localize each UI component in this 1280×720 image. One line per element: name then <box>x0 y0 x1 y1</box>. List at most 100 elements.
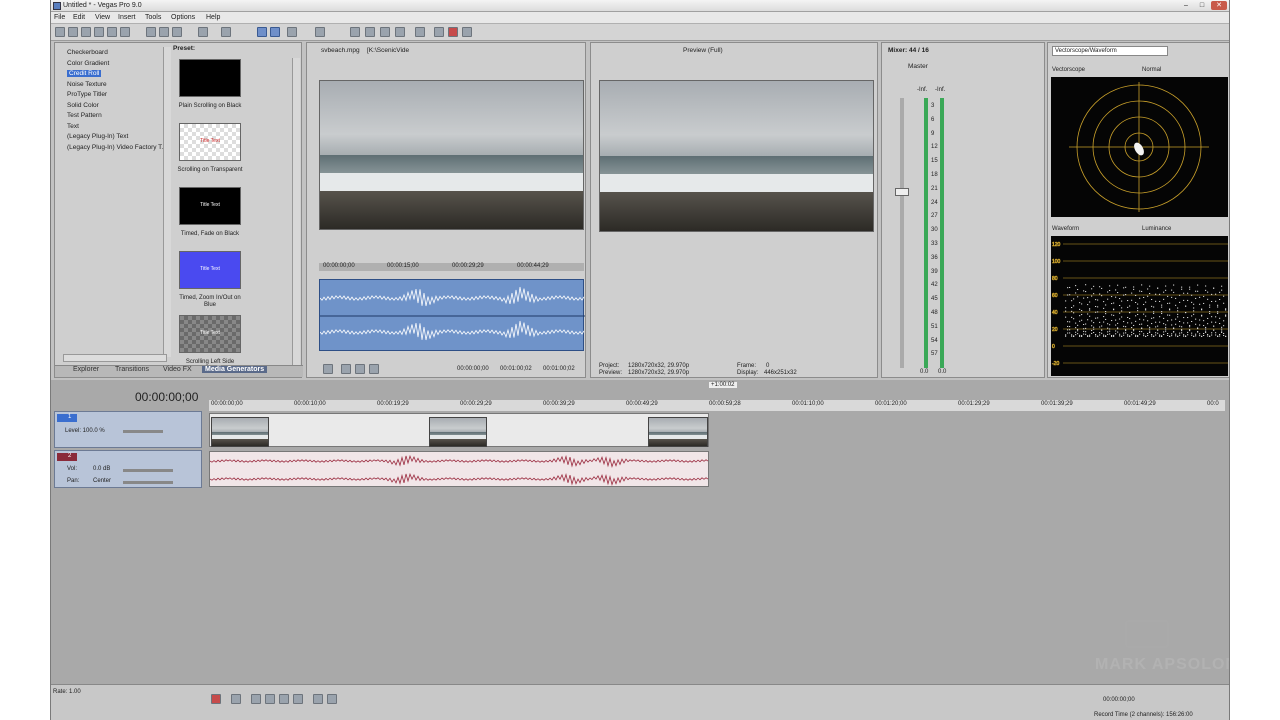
generator-list-scrollbar[interactable] <box>163 47 171 357</box>
master-fader-track[interactable] <box>900 98 904 368</box>
preview-quality-dropdown[interactable]: Preview (Full) <box>683 47 723 54</box>
generator-item[interactable]: Text <box>67 123 79 130</box>
menu-help[interactable]: Help <box>206 14 220 21</box>
close-button[interactable]: ✕ <box>1211 1 1227 10</box>
zoom-tool-icon[interactable] <box>315 27 325 37</box>
video-event[interactable] <box>209 413 709 447</box>
timeline-ruler-label: 00:00:39;29 <box>543 401 575 407</box>
transport-stop-icon[interactable] <box>293 694 303 704</box>
generator-item[interactable]: ProType Titler <box>67 91 107 98</box>
render-icon[interactable] <box>107 27 117 37</box>
generator-list-hscroll[interactable] <box>63 354 167 362</box>
undo-icon[interactable] <box>198 27 208 37</box>
preset-thumbnail[interactable]: Title Text <box>179 123 241 161</box>
transport-next-icon[interactable] <box>327 694 337 704</box>
menu-insert[interactable]: Insert <box>118 14 136 21</box>
transport-pause-icon[interactable] <box>279 694 289 704</box>
vol-slider[interactable] <box>123 469 173 472</box>
auto-ripple-icon[interactable] <box>350 27 360 37</box>
video-level-slider[interactable] <box>123 430 163 433</box>
trimmer-file-path[interactable]: [K:\ScenicVide <box>367 47 415 54</box>
trimmer-video-frame[interactable] <box>319 80 584 230</box>
waveform-trace-point <box>1209 311 1211 313</box>
redo-icon[interactable] <box>221 27 231 37</box>
transport-prev-icon[interactable] <box>313 694 323 704</box>
transport-record-icon[interactable] <box>211 694 221 704</box>
copy-icon[interactable] <box>159 27 169 37</box>
waveform-trace-point <box>1115 324 1117 326</box>
trimmer-pause-icon[interactable] <box>355 364 365 374</box>
scope-selector-dropdown[interactable]: Vectorscope/Waveform <box>1052 46 1168 56</box>
tab-media-generators[interactable]: Media Generators <box>202 366 268 373</box>
generator-item[interactable]: (Legacy Plug-In) Video Factory T... <box>67 144 167 151</box>
waveform-trace-point <box>1223 332 1225 334</box>
loop-icon[interactable] <box>323 364 333 374</box>
transport-play-icon[interactable] <box>265 694 275 704</box>
menu-edit[interactable]: Edit <box>73 14 85 21</box>
tab-transitions[interactable]: Transitions <box>115 366 149 373</box>
new-icon[interactable] <box>55 27 65 37</box>
ignore-grouping-icon[interactable] <box>380 27 390 37</box>
master-fader-handle[interactable] <box>895 188 909 196</box>
waveform-trace-point <box>1121 316 1123 318</box>
trimmer-stop-icon[interactable] <box>369 364 379 374</box>
waveform-trace-point <box>1115 289 1117 291</box>
tab-video-fx[interactable]: Video FX <box>163 366 192 373</box>
generator-item[interactable]: (Legacy Plug-In) Text <box>67 133 128 140</box>
menu-options[interactable]: Options <box>171 14 195 21</box>
preset-thumbnail[interactable]: Title Text <box>179 187 241 225</box>
tab-explorer[interactable]: Explorer <box>73 366 99 373</box>
paste-icon[interactable] <box>172 27 182 37</box>
minimize-button[interactable]: – <box>1179 1 1193 10</box>
marker-icon[interactable] <box>434 27 444 37</box>
record-icon[interactable] <box>448 27 458 37</box>
waveform-trace-point <box>1131 322 1133 324</box>
open-icon[interactable] <box>68 27 78 37</box>
generator-item[interactable]: Color Gradient <box>67 60 109 67</box>
vectorscope-mode[interactable]: Normal <box>1142 67 1161 73</box>
trimmer-play-icon[interactable] <box>341 364 351 374</box>
menu-tools[interactable]: Tools <box>145 14 161 21</box>
waveform-trace-point <box>1207 335 1209 337</box>
waveform-trace-point <box>1085 291 1087 293</box>
generator-item[interactable]: Checkerboard <box>67 49 108 56</box>
timeline-ruler[interactable]: 00:00:00;00 00:00:10;00 00:00:19;29 00:00:2… <box>209 400 1225 411</box>
preset-thumbnail-text: Title Text <box>200 138 220 144</box>
snapping-icon[interactable] <box>395 27 405 37</box>
lock-envelopes-icon[interactable] <box>365 27 375 37</box>
transport-loop-icon[interactable] <box>231 694 241 704</box>
waveform-trace-point <box>1219 299 1221 301</box>
transport-play-from-start-icon[interactable] <box>251 694 261 704</box>
normal-edit-tool-icon[interactable] <box>257 27 267 37</box>
menu-file[interactable]: File <box>54 14 65 21</box>
pan-slider[interactable] <box>123 481 173 484</box>
waveform-mode[interactable]: Luminance <box>1142 226 1171 232</box>
cut-icon[interactable] <box>146 27 156 37</box>
generator-item[interactable]: Test Pattern <box>67 112 102 119</box>
generator-item[interactable]: Solid Color <box>67 102 99 109</box>
generator-item[interactable]: Noise Texture <box>67 81 107 88</box>
waveform-trace-point <box>1175 304 1177 306</box>
save-as-icon[interactable] <box>94 27 104 37</box>
preset-thumbnail[interactable]: Title Text <box>179 251 241 289</box>
maximize-button[interactable]: □ <box>1195 1 1209 10</box>
properties-icon[interactable] <box>120 27 130 37</box>
play-icon[interactable] <box>462 27 472 37</box>
waveform-trace-point <box>1065 335 1067 337</box>
video-track-header[interactable]: 1 Level: 100.0 % <box>54 411 202 448</box>
selection-tool-icon[interactable] <box>287 27 297 37</box>
trimmer-audio-waveform[interactable] <box>319 279 585 351</box>
waveform-trace-point <box>1095 335 1097 337</box>
audio-track-header[interactable]: 2 Vol: 0.0 dB Pan: Center <box>54 450 202 488</box>
preset-thumbnail[interactable]: Title Text <box>179 315 241 353</box>
envelope-tool-icon[interactable] <box>270 27 280 37</box>
auto-crossfade-icon[interactable] <box>415 27 425 37</box>
generator-item[interactable]: Credit Roll <box>67 70 102 77</box>
audio-event[interactable] <box>209 451 709 487</box>
preset-scrollbar[interactable] <box>292 58 300 365</box>
trimmer-ruler[interactable]: 00:00:00;00 00:00:15;00 00:00:29;29 00:0… <box>319 263 584 271</box>
preset-thumbnail[interactable] <box>179 59 241 97</box>
menu-view[interactable]: View <box>95 14 110 21</box>
save-icon[interactable] <box>81 27 91 37</box>
vectorscope-label: Vectorscope <box>1052 67 1086 73</box>
